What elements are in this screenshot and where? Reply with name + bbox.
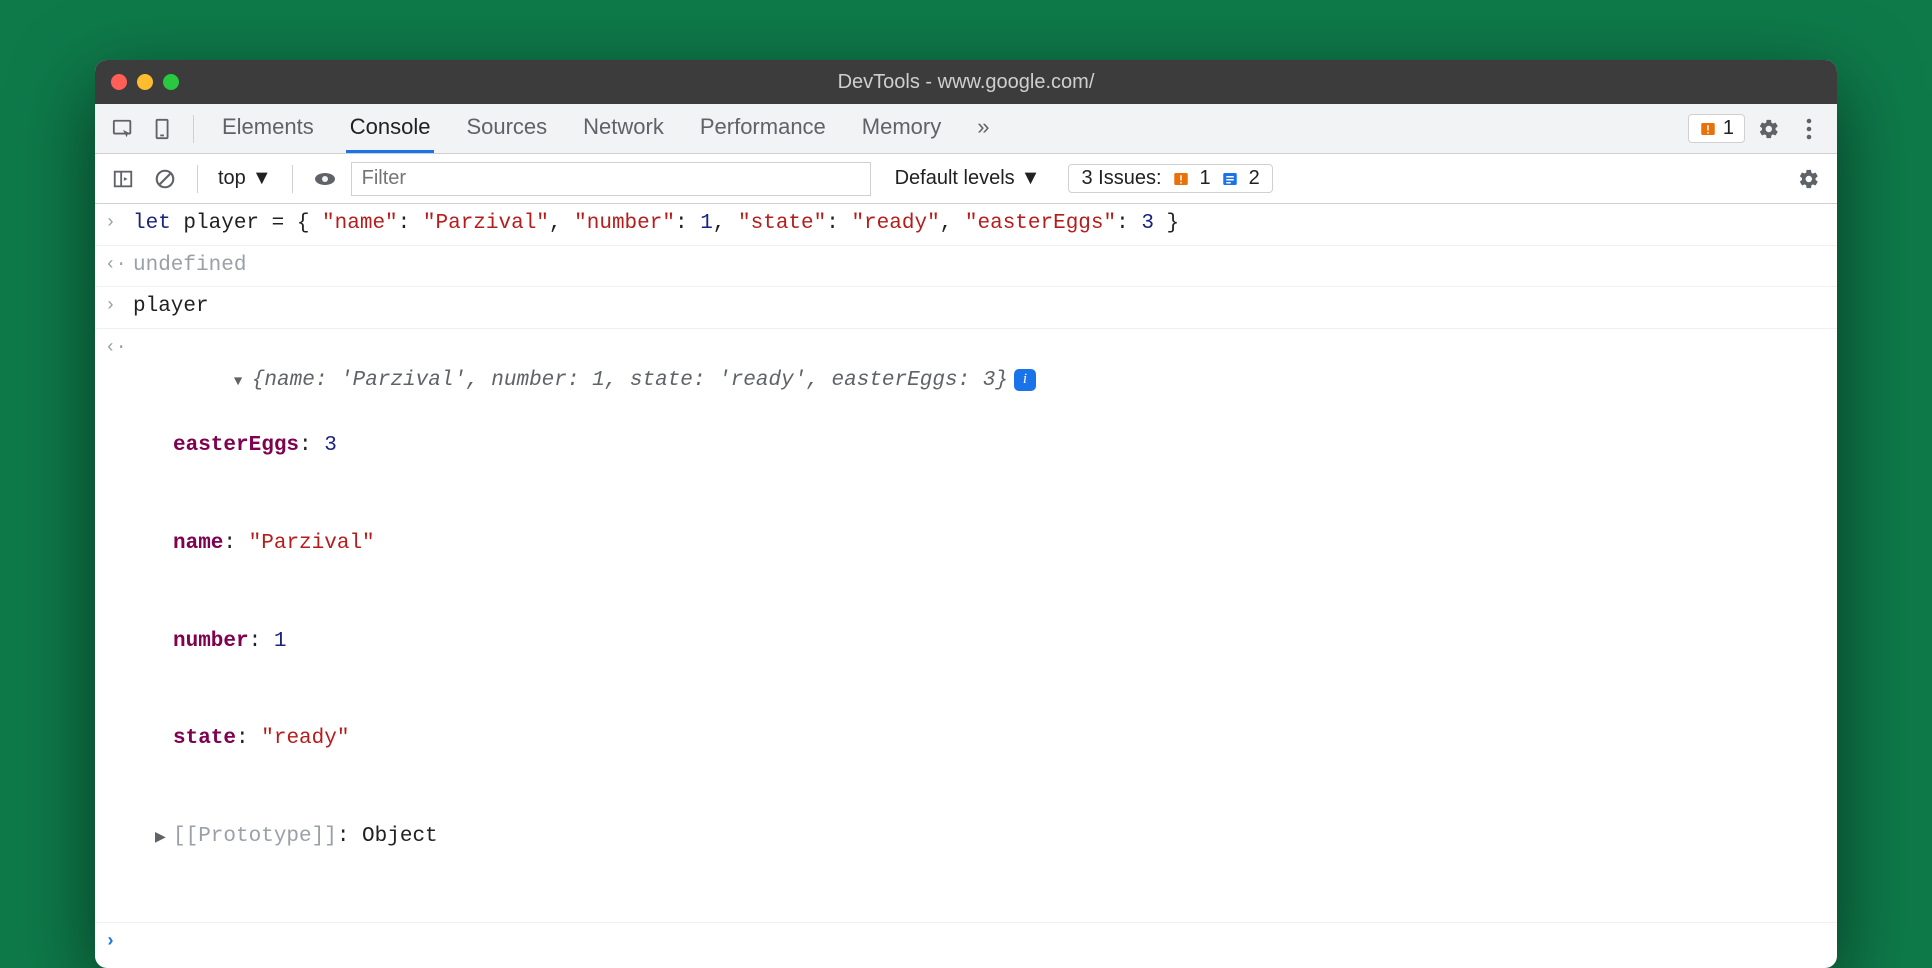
console-toolbar: top ▼ Default levels ▼ 3 Issues: 1 2	[95, 154, 1837, 204]
filter-input[interactable]	[351, 162, 871, 196]
object-value: Object	[362, 825, 438, 848]
object-key: state	[173, 727, 236, 750]
output-prompt-icon: ‹·	[105, 250, 133, 280]
disclosure-triangle-closed-icon[interactable]: ▶	[155, 828, 173, 850]
object-key: easterEggs	[173, 434, 299, 457]
separator	[292, 165, 293, 193]
panel-tabs: Elements Console Sources Network Perform…	[218, 104, 994, 153]
console-input-row[interactable]: › let player = { "name": "Parzival", "nu…	[95, 204, 1837, 246]
warning-icon	[1172, 170, 1190, 188]
tabs-overflow-icon[interactable]: »	[973, 104, 993, 153]
levels-label: Default levels	[895, 167, 1015, 190]
output-prompt-icon: ‹·	[105, 333, 133, 363]
input-prompt-icon: ›	[105, 927, 133, 957]
warnings-badge[interactable]: 1	[1688, 114, 1745, 143]
inspect-element-icon[interactable]	[107, 113, 139, 145]
chevron-down-icon: ▼	[252, 167, 272, 190]
console-settings-icon[interactable]	[1793, 163, 1825, 195]
log-levels-selector[interactable]: Default levels ▼	[895, 167, 1041, 190]
object-value: 3	[324, 434, 337, 457]
tab-elements[interactable]: Elements	[218, 104, 318, 153]
titlebar: DevTools - www.google.com/	[95, 60, 1837, 104]
more-menu-icon[interactable]	[1793, 113, 1825, 145]
window-close-button[interactable]	[111, 74, 127, 90]
console-prompt[interactable]: ›	[95, 922, 1837, 968]
object-key: [[Prototype]]	[173, 825, 337, 848]
tab-memory[interactable]: Memory	[858, 104, 945, 153]
issues-badge[interactable]: 3 Issues: 1 2	[1068, 164, 1272, 193]
console-result-row: ‹· ▼{name: 'Parzival', number: 1, state:…	[95, 329, 1837, 923]
object-expanded[interactable]: ▼{name: 'Parzival', number: 1, state: 'r…	[133, 333, 1823, 919]
context-selector[interactable]: top ▼	[214, 165, 276, 192]
main-toolbar: Elements Console Sources Network Perform…	[95, 104, 1837, 154]
warnings-count: 1	[1723, 117, 1734, 140]
chevron-down-icon: ▼	[1021, 167, 1041, 190]
input-prompt-icon: ›	[105, 291, 133, 321]
warning-icon	[1699, 120, 1717, 138]
context-label: top	[218, 167, 246, 190]
window-minimize-button[interactable]	[137, 74, 153, 90]
issues-warn-count: 1	[1200, 167, 1211, 190]
device-toolbar-icon[interactable]	[147, 113, 179, 145]
object-key: name	[173, 532, 223, 555]
devtools-window: DevTools - www.google.com/ Elements Cons…	[95, 60, 1837, 968]
tab-console[interactable]: Console	[346, 104, 435, 153]
info-badge-icon[interactable]: i	[1014, 369, 1036, 391]
disclosure-triangle-open-icon[interactable]: ▼	[234, 372, 252, 394]
live-expression-icon[interactable]	[309, 163, 341, 195]
window-maximize-button[interactable]	[163, 74, 179, 90]
issues-info-count: 2	[1249, 167, 1260, 190]
console-input-row[interactable]: › player	[95, 287, 1837, 329]
console-output: › let player = { "name": "Parzival", "nu…	[95, 204, 1837, 968]
console-code: player	[133, 291, 1823, 324]
console-result-row: ‹· undefined	[95, 246, 1837, 288]
object-summary: {name: 'Parzival', number: 1, state: 're…	[252, 369, 1008, 392]
object-value: "Parzival"	[249, 532, 375, 555]
object-value: 1	[274, 630, 287, 653]
console-code: let player = { "name": "Parzival", "numb…	[133, 208, 1823, 241]
input-prompt-icon: ›	[105, 208, 133, 238]
traffic-lights	[111, 74, 179, 90]
separator	[193, 115, 194, 143]
window-title: DevTools - www.google.com/	[838, 71, 1095, 94]
object-key: number	[173, 630, 249, 653]
separator	[197, 165, 198, 193]
info-icon	[1221, 170, 1239, 188]
tab-sources[interactable]: Sources	[462, 104, 551, 153]
console-sidebar-toggle-icon[interactable]	[107, 163, 139, 195]
issues-label: 3 Issues:	[1081, 167, 1161, 190]
result-undefined: undefined	[133, 250, 1823, 283]
tab-performance[interactable]: Performance	[696, 104, 830, 153]
tab-network[interactable]: Network	[579, 104, 668, 153]
settings-icon[interactable]	[1753, 113, 1785, 145]
clear-console-icon[interactable]	[149, 163, 181, 195]
object-value: "ready"	[261, 727, 349, 750]
